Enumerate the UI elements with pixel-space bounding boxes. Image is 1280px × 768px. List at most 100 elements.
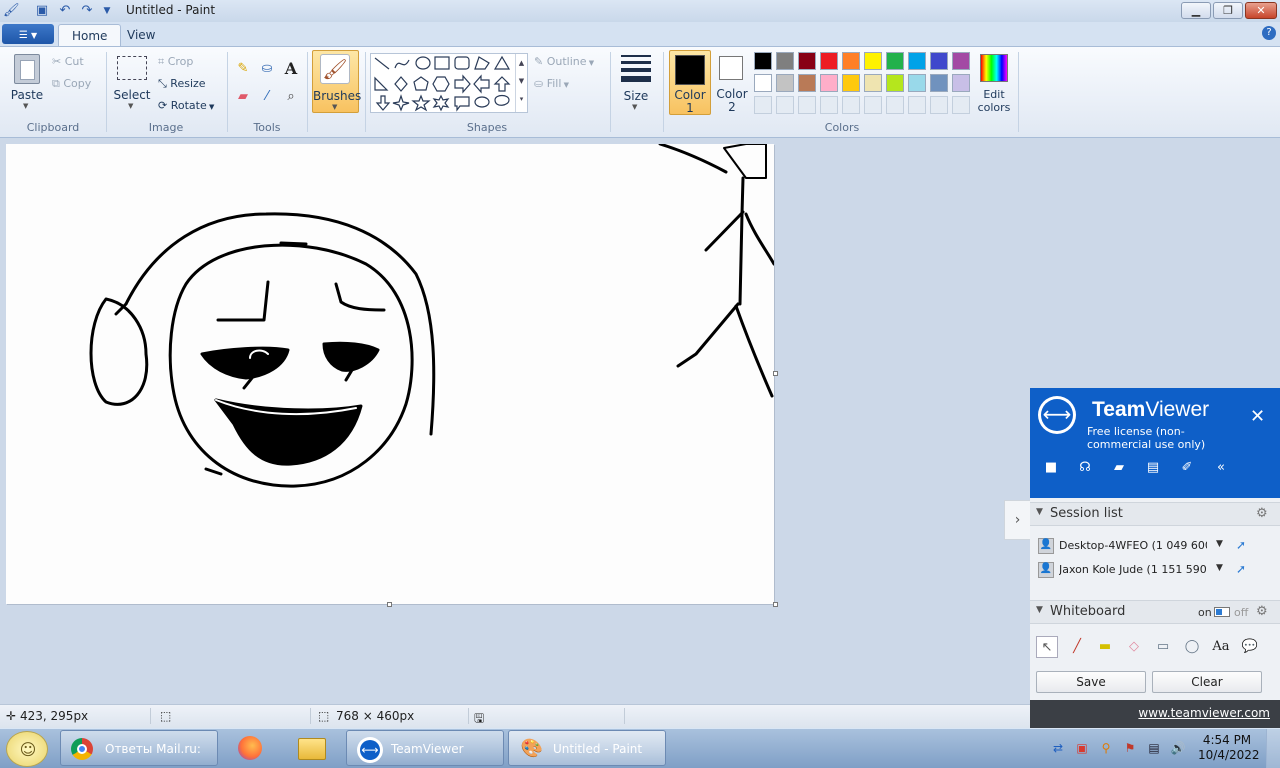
chat-icon[interactable]: ▰ — [1108, 457, 1130, 479]
palette-color-swatch[interactable] — [886, 74, 904, 92]
system-clock[interactable]: 4:54 PM 10/4/2022 — [1198, 733, 1260, 763]
palette-color-swatch[interactable] — [776, 74, 794, 92]
taskbar-explorer[interactable] — [292, 730, 332, 766]
palette-color-swatch[interactable] — [864, 74, 882, 92]
palette-color-swatch[interactable] — [864, 52, 882, 70]
palette-color-swatch[interactable] — [842, 52, 860, 70]
text-tool-icon[interactable]: A — [281, 59, 301, 79]
taskbar-chrome[interactable]: Ответы Mail.ru: Р... — [60, 730, 218, 766]
resize-handle-bottom[interactable] — [387, 602, 392, 607]
resize-button[interactable]: ⤡ Resize — [158, 76, 206, 91]
ellipse-tool-icon[interactable]: ◯ — [1181, 636, 1203, 658]
whiteboard-pen-icon[interactable]: ✐ — [1176, 457, 1198, 479]
cut-button[interactable]: ✂ Cut — [52, 54, 84, 70]
search-tray-icon[interactable]: ⚲ — [1098, 740, 1114, 756]
rotate-button[interactable]: ⟳ Rotate ▼ — [158, 98, 214, 112]
palette-color-swatch[interactable] — [930, 52, 948, 70]
copy-button[interactable]: ⧉ Copy — [52, 76, 91, 92]
files-icon[interactable]: ▤ — [1142, 457, 1164, 479]
fill-bucket-icon[interactable]: ⛀ — [257, 59, 277, 79]
paste-button[interactable]: Paste ▼ — [8, 52, 46, 112]
palette-color-swatch[interactable] — [776, 52, 794, 70]
paint-app-icon[interactable]: 🖌 — [3, 3, 20, 19]
pencil-icon[interactable]: ✎ — [233, 59, 253, 79]
select-button[interactable]: Select ▼ — [113, 54, 151, 114]
taskbar-firefox[interactable] — [232, 730, 270, 766]
headset-icon[interactable]: ☊ — [1074, 457, 1096, 479]
shapes-scrollbar[interactable]: ▲ ▼ ▾ — [515, 54, 527, 112]
palette-color-swatch[interactable] — [754, 74, 772, 92]
pen-tool-icon[interactable]: ╱ — [1066, 636, 1088, 658]
chevron-down-icon[interactable]: ▼ — [1216, 563, 1223, 573]
minimize-button[interactable]: ▁ — [1181, 2, 1211, 19]
start-button[interactable]: ☺ — [6, 731, 48, 767]
eraser-tool-icon[interactable]: ◇ — [1123, 636, 1145, 658]
shapes-gallery[interactable]: ▲ ▼ ▾ — [370, 53, 528, 113]
red-app-tray-icon[interactable]: ▣ — [1074, 740, 1090, 756]
pointer-icon[interactable]: ➚ — [1236, 562, 1246, 576]
tab-view[interactable]: View — [114, 24, 168, 46]
save-icon[interactable]: ▣ — [34, 3, 50, 19]
text-tool-icon[interactable]: Aa — [1210, 636, 1232, 658]
drawing-canvas[interactable] — [6, 142, 776, 604]
teamviewer-tray-icon[interactable]: ⇄ — [1050, 740, 1066, 756]
whiteboard-header[interactable]: ▼ Whiteboard on off ⚙ — [1030, 600, 1280, 624]
highlighter-icon[interactable]: ▬ — [1094, 636, 1116, 658]
palette-color-swatch[interactable] — [754, 52, 772, 70]
whiteboard-clear-button[interactable]: Clear — [1152, 671, 1262, 693]
collapse-icon[interactable]: « — [1210, 457, 1232, 479]
teamviewer-link[interactable]: www.teamviewer.com — [1138, 706, 1270, 720]
palette-color-swatch[interactable] — [798, 74, 816, 92]
edit-colors-button[interactable]: Edit colors — [977, 52, 1011, 114]
chevron-down-icon[interactable]: ▼ — [1216, 539, 1223, 549]
help-icon[interactable]: ? — [1262, 26, 1276, 40]
resize-handle-right[interactable] — [773, 371, 778, 376]
rectangle-tool-icon[interactable]: ▭ — [1152, 636, 1174, 658]
redo-icon[interactable]: ↷ — [79, 3, 95, 19]
palette-color-swatch[interactable] — [952, 74, 970, 92]
resize-handle-corner[interactable] — [773, 602, 778, 607]
gear-icon[interactable]: ⚙ — [1256, 604, 1268, 619]
color1-button[interactable]: Color 1 — [669, 50, 711, 115]
gear-icon[interactable]: ⚙ — [1256, 506, 1268, 521]
expand-panel-icon[interactable]: › — [1004, 500, 1030, 540]
video-icon[interactable]: ■ — [1040, 457, 1062, 479]
eraser-icon[interactable]: ▰ — [233, 87, 253, 107]
palette-custom-slot[interactable] — [754, 96, 772, 114]
palette-color-swatch[interactable] — [798, 52, 816, 70]
network-tray-icon[interactable]: ▤ — [1146, 740, 1162, 756]
tab-home[interactable]: Home — [58, 24, 122, 46]
outline-button[interactable]: ✎ Outline ▼ — [534, 54, 594, 68]
palette-color-swatch[interactable] — [908, 52, 926, 70]
brushes-button[interactable]: 🖌 Brushes ▼ — [312, 50, 361, 113]
palette-custom-slot[interactable] — [798, 96, 816, 114]
palette-custom-slot[interactable] — [776, 96, 794, 114]
volume-tray-icon[interactable]: 🔊 — [1170, 740, 1186, 756]
flag-tray-icon[interactable]: ⚑ — [1122, 740, 1138, 756]
palette-color-swatch[interactable] — [820, 52, 838, 70]
pointer-icon[interactable]: ➚ — [1236, 538, 1246, 552]
color-palette[interactable] — [754, 52, 974, 116]
close-button[interactable]: ✕ — [1245, 2, 1277, 19]
palette-custom-slot[interactable] — [864, 96, 882, 114]
whiteboard-toggle[interactable] — [1214, 607, 1230, 617]
speech-bubble-icon[interactable]: 💬 — [1239, 636, 1261, 658]
size-button[interactable]: Size ▼ — [617, 52, 655, 114]
undo-icon[interactable]: ↶ — [57, 3, 73, 19]
taskbar-teamviewer[interactable]: ⟷ TeamViewer — [346, 730, 504, 766]
palette-custom-slot[interactable] — [820, 96, 838, 114]
palette-color-swatch[interactable] — [930, 74, 948, 92]
palette-color-swatch[interactable] — [908, 74, 926, 92]
teamviewer-close-icon[interactable]: ✕ — [1250, 406, 1265, 427]
magnifier-icon[interactable]: ⌕ — [281, 87, 301, 107]
show-desktop-button[interactable] — [1266, 729, 1280, 768]
palette-color-swatch[interactable] — [952, 52, 970, 70]
maximize-button[interactable]: ❐ — [1213, 2, 1243, 19]
crop-button[interactable]: ⌗ Crop — [158, 54, 193, 69]
session-item[interactable]: 👤 Jaxon Kole Jude (1 151 590 81 ▼ ➚ — [1030, 560, 1280, 582]
color-picker-icon[interactable]: ⁄ — [257, 87, 277, 107]
qat-dropdown-icon[interactable]: ▼ — [99, 3, 115, 19]
palette-color-swatch[interactable] — [842, 74, 860, 92]
palette-color-swatch[interactable] — [820, 74, 838, 92]
taskbar-paint[interactable]: 🎨 Untitled - Paint — [508, 730, 666, 766]
